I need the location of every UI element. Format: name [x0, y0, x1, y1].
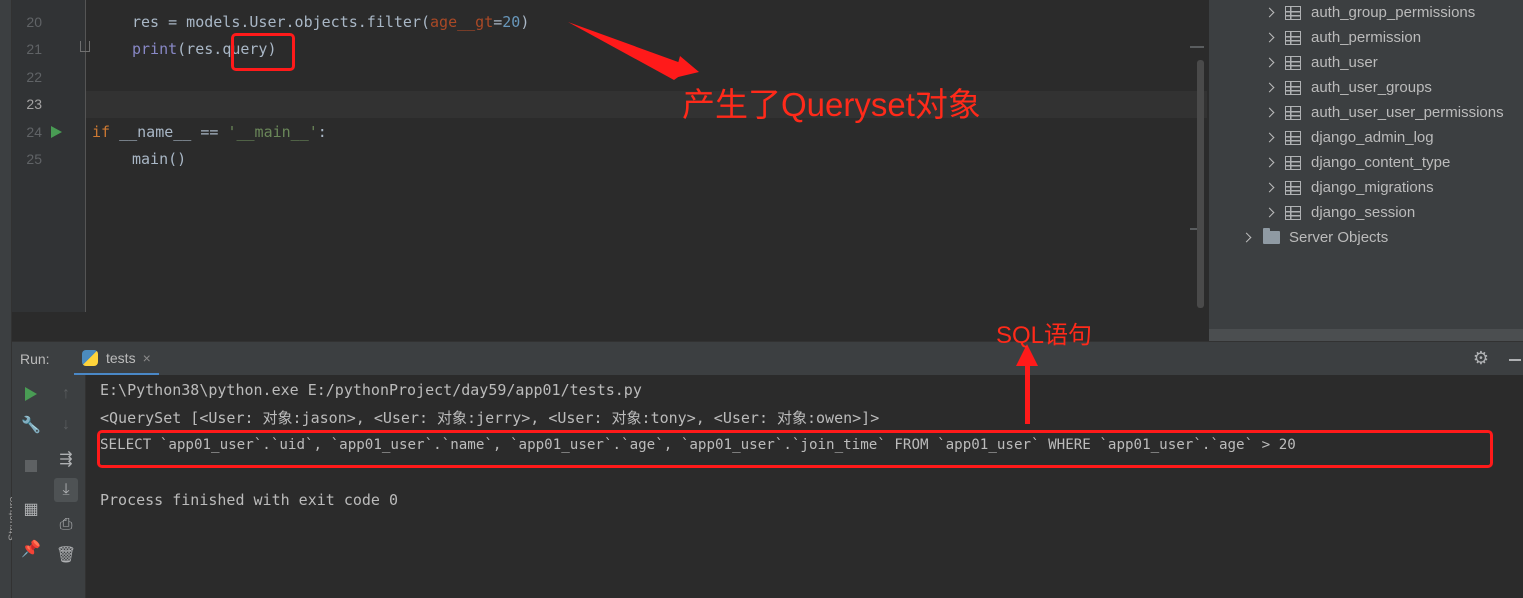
arrow-to-queryset-note — [568, 22, 692, 80]
arrow-to-sql-note — [1025, 362, 1030, 424]
sql-annotation: SQL语句 — [996, 322, 1093, 349]
arrowhead — [674, 56, 699, 78]
queryset-annotation: 产生了Queryset对象 — [682, 86, 981, 123]
